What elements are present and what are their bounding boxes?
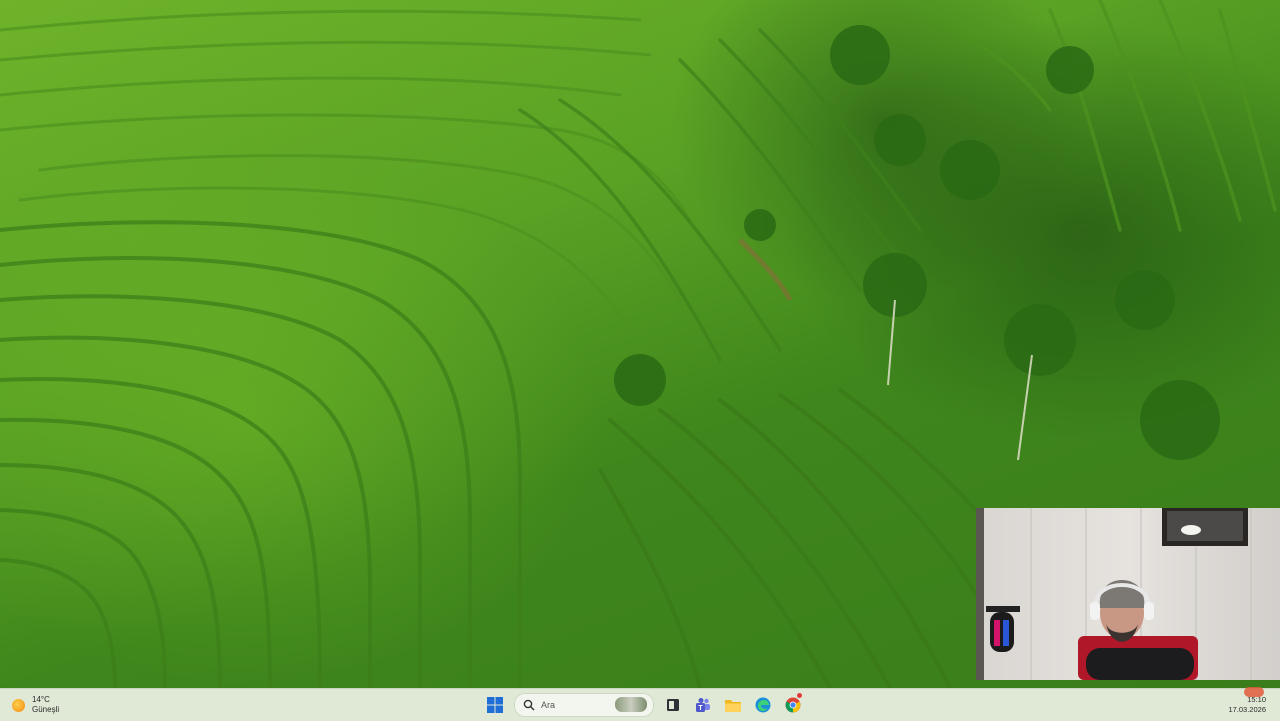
search-placeholder: Ara: [541, 700, 556, 710]
search-highlight-image: [615, 697, 647, 712]
taskbar: 14°C Güneşli Ara T 15:10 17.03.2026: [0, 687, 1280, 721]
sun-icon: [12, 698, 25, 712]
teams-button[interactable]: T: [690, 693, 716, 717]
search-icon: [523, 699, 535, 711]
clock-date: 17.03.2026: [1228, 705, 1266, 714]
notification-indicator: [1244, 687, 1264, 697]
webcam-overlay: [976, 508, 1280, 680]
folder-icon: [725, 700, 741, 712]
teams-icon: T: [696, 698, 710, 712]
weather-widget[interactable]: 14°C Güneşli: [12, 694, 59, 716]
start-icon: [487, 697, 503, 713]
edge-icon: [755, 697, 771, 713]
taskbar-search-box[interactable]: Ara: [514, 693, 654, 717]
webcam-feed: [976, 508, 1252, 680]
edge-button[interactable]: [750, 693, 776, 717]
task-view-icon: [667, 699, 679, 711]
notification-badge: [797, 693, 802, 698]
svg-text:T: T: [698, 705, 703, 712]
chrome-button[interactable]: [780, 693, 806, 717]
file-explorer-button[interactable]: [720, 693, 746, 717]
chrome-icon: [785, 697, 801, 713]
start-button[interactable]: [482, 693, 508, 717]
weather-temperature: 14°C: [32, 695, 50, 704]
task-view-button[interactable]: [660, 693, 686, 717]
system-clock[interactable]: 15:10 17.03.2026: [1228, 687, 1266, 715]
weather-condition: Güneşli: [32, 705, 60, 714]
